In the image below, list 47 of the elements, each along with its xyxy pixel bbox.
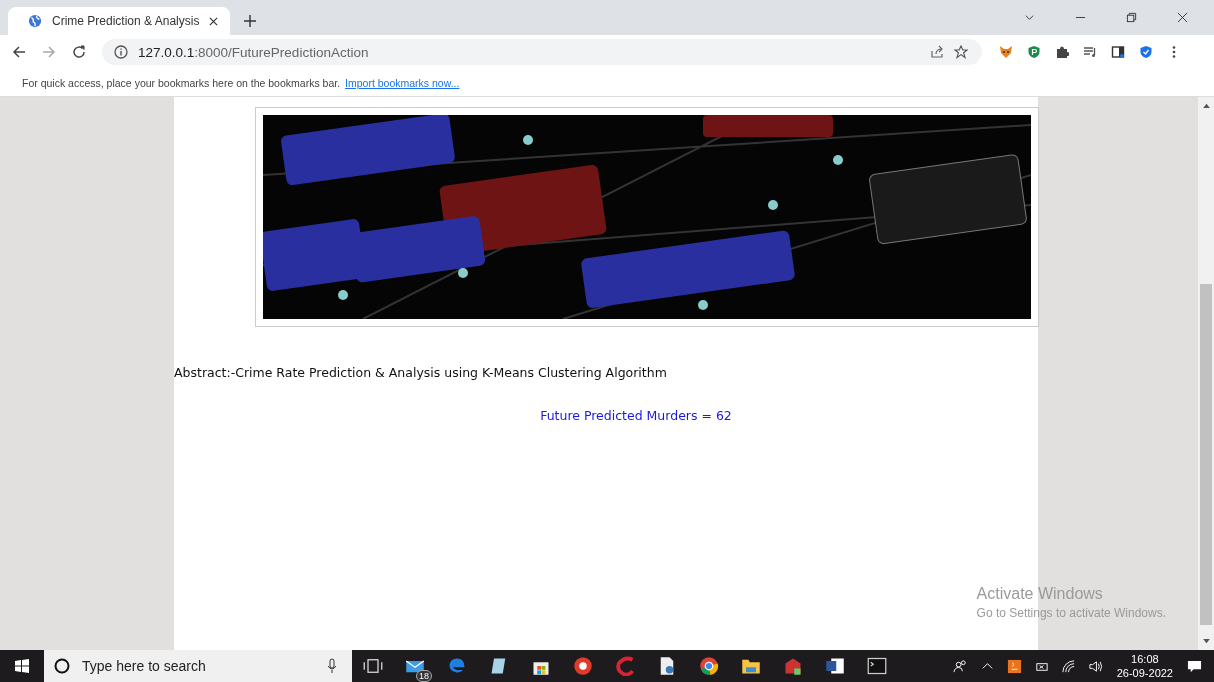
tab-title: Crime Prediction & Analysis [52, 14, 200, 28]
scroll-down-icon[interactable] [1202, 639, 1210, 644]
info-icon [114, 45, 128, 59]
windows-start-icon[interactable] [15, 659, 29, 673]
bookmarks-hint: For quick access, place your bookmarks here on the bookmarks bar. [22, 76, 341, 89]
close-icon[interactable] [1177, 12, 1188, 23]
share-icon[interactable] [930, 45, 944, 59]
taskbar-search-bar[interactable]: Type here to search [44, 650, 352, 682]
prediction-result: Future Predicted Murders = 62 [540, 408, 732, 423]
close-tab-icon[interactable] [209, 16, 219, 26]
volume-icon[interactable] [1087, 658, 1103, 674]
activation-message: Go to Settings to activate Windows. [976, 606, 1166, 620]
address-bar[interactable]: 127.0.0.1:8000/FuturePredictionAction [102, 39, 982, 65]
tab-search-icon[interactable] [1024, 12, 1035, 23]
chrome-icon[interactable] [699, 656, 719, 676]
notifications-icon[interactable] [1187, 658, 1202, 674]
fox-extension-icon[interactable] [999, 45, 1013, 59]
globe-icon [28, 14, 42, 28]
side-panel-icon[interactable] [1111, 45, 1125, 59]
media-icon[interactable] [1083, 45, 1097, 59]
browser-tab[interactable]: Crime Prediction & Analysis [8, 7, 230, 35]
back-icon[interactable] [12, 45, 26, 59]
shield-check-icon[interactable] [1139, 45, 1153, 59]
terminal-icon[interactable] [867, 656, 887, 676]
mail-count-badge: 18 [416, 670, 432, 682]
search-input[interactable]: Type here to search [80, 657, 314, 675]
puzzle-icon[interactable] [1055, 45, 1069, 59]
clock-date[interactable]: 26-09-2022 [1116, 666, 1173, 680]
task-view-icon[interactable] [363, 656, 383, 676]
activation-title: Activate Windows [976, 585, 1104, 603]
star-icon[interactable] [954, 45, 968, 59]
clock-time[interactable]: 16:08 [1131, 652, 1159, 666]
wifi-icon[interactable] [1060, 658, 1076, 674]
restore-icon[interactable] [1126, 12, 1137, 23]
edge-browser-icon[interactable] [447, 656, 467, 676]
new-tab-icon[interactable] [244, 15, 256, 27]
people-icon[interactable] [952, 658, 968, 674]
cortana-icon [54, 658, 70, 674]
scrollbar[interactable] [1198, 97, 1214, 650]
scroll-up-icon[interactable] [1202, 103, 1210, 108]
ring-app-icon[interactable] [573, 656, 593, 676]
import-bookmarks-link[interactable]: Import bookmarks now... [345, 76, 460, 89]
word-icon[interactable] [825, 656, 845, 676]
reload-icon[interactable] [72, 45, 86, 59]
scroll-thumb[interactable] [1200, 284, 1212, 625]
abstract-text: Abstract:-Crime Rate Prediction & Analysis using K-Means Clustering Algorithm [174, 365, 667, 380]
shield-extension-icon[interactable] [1027, 45, 1041, 59]
